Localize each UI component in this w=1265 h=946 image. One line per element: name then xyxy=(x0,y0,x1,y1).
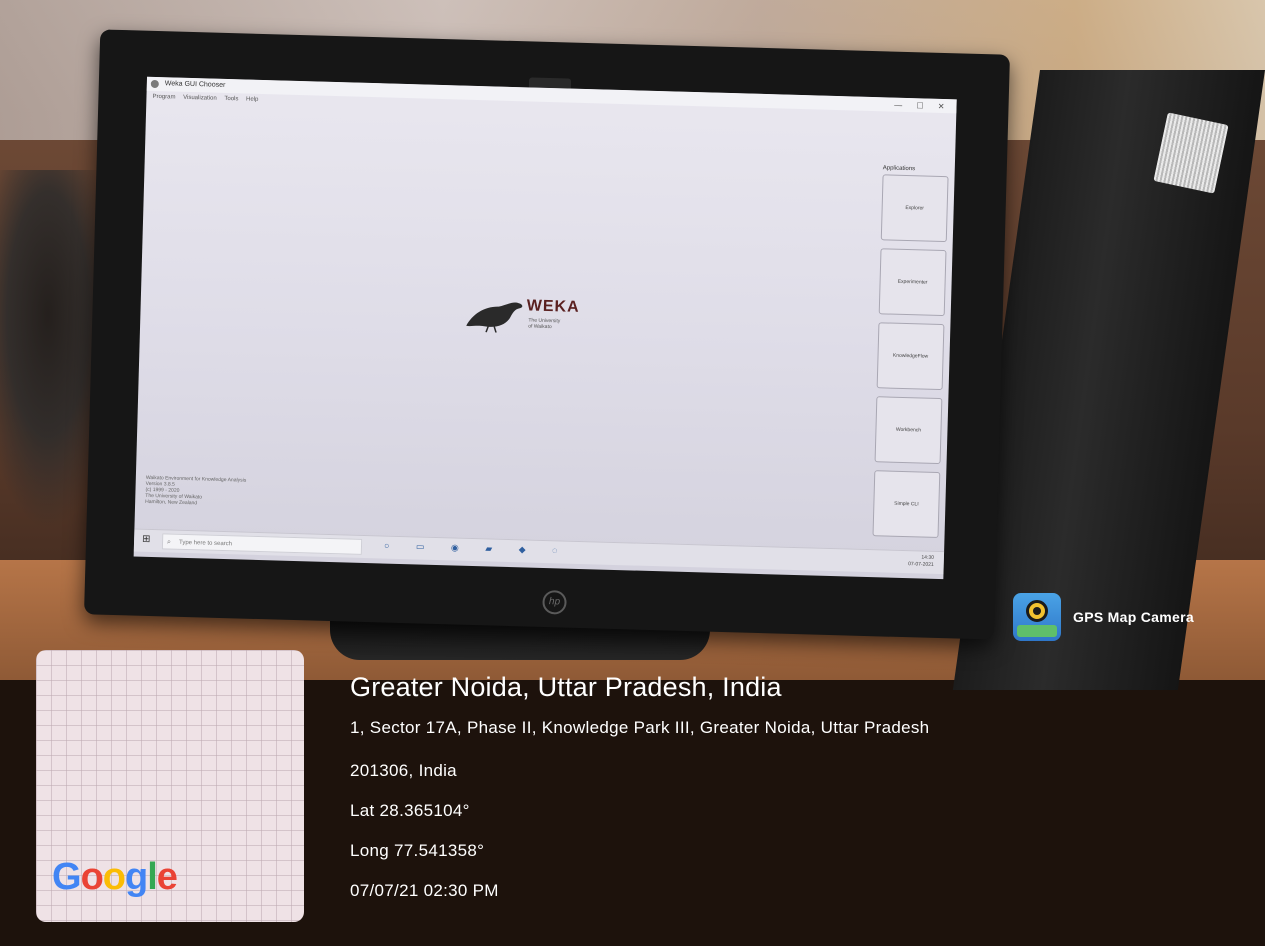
menu-program[interactable]: Program xyxy=(152,94,175,101)
address-line-2: 201306, India xyxy=(350,761,457,780)
taskbar-clock[interactable]: 14:30 07-07-2021 xyxy=(908,554,934,569)
monitor-screen: Weka GUI Chooser — ☐ ✕ Program Visualiza… xyxy=(133,76,957,580)
search-placeholder: Type here to search xyxy=(178,539,233,548)
gps-icon-land xyxy=(1017,625,1057,637)
location-city: Greater Noida, Uttar Pradesh, India xyxy=(350,672,782,702)
gps-map-camera-icon xyxy=(1013,593,1061,641)
map-thumbnail: Google xyxy=(36,650,304,922)
monitor: hp Weka GUI Chooser — ☐ ✕ Program Visual… xyxy=(84,29,1010,640)
windows-taskbar: ⊞ ⌕ Type here to search ○ ▭ ◉ ▰ ◆ ◌ 14:3… xyxy=(133,528,945,575)
photo-scene: hp Weka GUI Chooser — ☐ ✕ Program Visual… xyxy=(0,0,1265,946)
longitude: Long 77.541358° xyxy=(350,841,485,860)
gps-app-name: GPS Map Camera xyxy=(1073,609,1194,625)
weka-bird-icon xyxy=(466,302,523,333)
window-title: Weka GUI Chooser xyxy=(164,80,226,89)
latitude: Lat 28.365104° xyxy=(350,801,470,820)
weka-wordmark: WEKA xyxy=(526,297,580,316)
weka-app-icon xyxy=(150,79,159,89)
location-info: Greater Noida, Uttar Pradesh, India 1, S… xyxy=(350,672,929,911)
taskbar-pinned-apps[interactable]: ○ ▭ ◉ ▰ ◆ ◌ xyxy=(384,541,570,557)
weka-info-text: Waikato Environment for Knowledge Analys… xyxy=(145,475,346,511)
applications-title: Applications xyxy=(882,165,916,173)
simple-cli-button[interactable]: Simple CLI xyxy=(872,470,941,539)
experimenter-button[interactable]: Experimenter xyxy=(878,248,947,317)
workbench-button[interactable]: Workbench xyxy=(874,396,943,465)
applications-panel: Applications Explorer Experimenter Knowl… xyxy=(872,165,949,567)
taskbar-search-input[interactable]: ⌕ Type here to search xyxy=(161,533,363,555)
knowledgeflow-button[interactable]: KnowledgeFlow xyxy=(876,322,945,391)
weka-subtitle: The University of Waikato xyxy=(528,317,560,330)
hp-logo-icon: hp xyxy=(542,589,567,615)
google-logo: Google xyxy=(52,856,178,898)
windows-start-icon[interactable]: ⊞ xyxy=(142,534,152,545)
timestamp: 07/07/21 02:30 PM xyxy=(350,881,499,900)
clock-date: 07-07-2021 xyxy=(908,561,934,568)
explorer-button[interactable]: Explorer xyxy=(880,174,949,243)
weka-logo: WEKA The University of Waikato xyxy=(462,290,604,354)
menu-tools[interactable]: Tools xyxy=(224,96,238,102)
menu-visualization[interactable]: Visualization xyxy=(183,95,217,102)
search-icon: ⌕ xyxy=(166,538,172,546)
menu-help[interactable]: Help xyxy=(246,97,259,103)
gps-map-camera-badge: GPS Map Camera xyxy=(1013,592,1194,642)
weka-subtitle-line-2: of Waikato xyxy=(528,323,552,331)
address-line-1: 1, Sector 17A, Phase II, Knowledge Park … xyxy=(350,718,930,737)
gps-icon-pin-dot xyxy=(1033,607,1041,615)
